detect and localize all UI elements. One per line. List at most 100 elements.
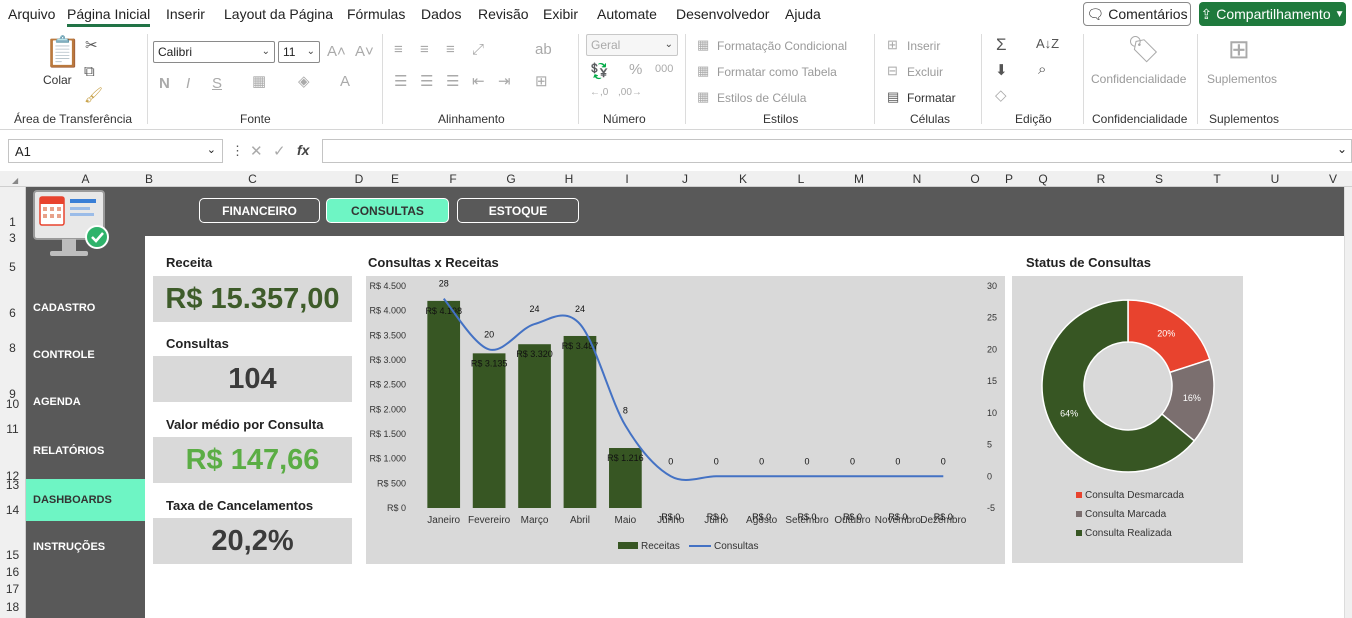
font-size-select[interactable]: 11 ⌄ <box>278 41 320 63</box>
row-header[interactable]: 1 <box>0 215 25 229</box>
decrease-decimal-icon[interactable]: ,00→ <box>618 88 642 98</box>
delete-cells-button[interactable]: Excluir <box>907 65 943 79</box>
sidebar-item-relatorios[interactable]: RELATÓRIOS <box>26 430 145 472</box>
row-header[interactable]: 13 <box>0 478 25 492</box>
clear-icon[interactable]: ◇ <box>995 88 1007 103</box>
paste-button[interactable]: Colar <box>43 73 72 87</box>
menu-ajuda[interactable]: Ajuda <box>785 6 821 22</box>
autosum-icon[interactable]: Σ <box>996 36 1007 53</box>
insert-function-icon[interactable]: fx <box>297 142 309 158</box>
row-header[interactable]: 3 <box>0 231 25 245</box>
fill-icon[interactable]: ⬇ <box>995 63 1008 78</box>
col-header[interactable]: C <box>153 172 352 186</box>
col-header[interactable]: D <box>352 172 366 186</box>
col-header[interactable]: U <box>1246 172 1304 186</box>
align-bottom-icon[interactable]: ≡ <box>446 42 455 57</box>
col-header[interactable]: I <box>598 172 656 186</box>
formula-input[interactable]: ⌄ <box>322 139 1352 163</box>
align-top-icon[interactable]: ≡ <box>394 42 403 57</box>
comma-style-icon[interactable]: 000 <box>655 64 673 75</box>
increase-decimal-icon[interactable]: ←,0 <box>590 88 608 98</box>
sidebar-item-agenda[interactable]: AGENDA <box>26 381 145 423</box>
conditional-format-button[interactable]: Formatação Condicional <box>717 39 847 53</box>
col-header[interactable]: Q <box>1014 172 1072 186</box>
underline-icon[interactable]: S <box>212 76 222 91</box>
col-header[interactable]: O <box>946 172 1004 186</box>
sidebar-item-instrucoes[interactable]: INSTRUÇÕES <box>26 526 145 568</box>
indent-increase-icon[interactable]: ⇥ <box>498 74 511 89</box>
format-cells-button[interactable]: Formatar <box>907 91 956 105</box>
row-header[interactable]: 18 <box>0 600 25 614</box>
col-header[interactable]: L <box>772 172 830 186</box>
nav-consultas-button[interactable]: CONSULTAS <box>326 198 449 223</box>
font-grow-icon[interactable]: A˄ <box>327 44 346 59</box>
find-icon[interactable]: ⌕ <box>1038 62 1046 77</box>
expand-icon[interactable]: ⌄ <box>1337 142 1347 156</box>
row-header[interactable]: 11 <box>0 422 25 436</box>
menu-exibir[interactable]: Exibir <box>543 6 578 22</box>
sensitivity-button[interactable]: Confidencialidade <box>1091 72 1186 86</box>
nav-financeiro-button[interactable]: FINANCEIRO <box>199 198 320 223</box>
sidebar-item-cadastro[interactable]: CADASTRO <box>26 287 145 329</box>
borders-icon[interactable]: ▦ <box>252 74 266 89</box>
menu-formulas[interactable]: Fórmulas <box>347 6 405 22</box>
align-center-icon[interactable]: ☰ <box>420 74 433 89</box>
indent-decrease-icon[interactable]: ⇤ <box>472 74 485 89</box>
fill-color-icon[interactable]: ◈ <box>298 74 310 89</box>
cancel-icon[interactable]: ✕ <box>250 142 263 160</box>
bold-icon[interactable]: N <box>159 76 170 91</box>
orientation-icon[interactable]: ⤢ <box>472 42 484 57</box>
name-box[interactable]: A1 ⌄ <box>8 139 223 163</box>
number-format-select[interactable]: Geral ⌄ <box>586 34 678 56</box>
percent-icon[interactable]: % <box>629 62 642 77</box>
comments-button[interactable]: 🗨 Comentários <box>1083 2 1191 26</box>
font-color-icon[interactable]: A <box>340 74 350 89</box>
format-painter-icon[interactable]: 🖌 <box>84 88 103 103</box>
sidebar-item-dashboards[interactable]: DASHBOARDS <box>26 479 145 521</box>
col-header[interactable]: A <box>26 172 145 186</box>
row-header[interactable]: 15 <box>0 548 25 562</box>
paste-icon[interactable]: 📋 <box>44 38 81 68</box>
col-header[interactable]: P <box>1004 172 1014 186</box>
bar-receitas[interactable] <box>427 300 461 508</box>
merge-icon[interactable]: ⊞ <box>535 74 548 89</box>
nav-estoque-button[interactable]: ESTOQUE <box>457 198 579 223</box>
copy-icon[interactable]: ⧉ <box>84 64 95 79</box>
sort-filter-icon[interactable]: A↓Z <box>1036 37 1059 50</box>
menu-revisao[interactable]: Revisão <box>478 6 529 22</box>
cell-styles-button[interactable]: Estilos de Célula <box>717 91 806 105</box>
menu-layout[interactable]: Layout da Página <box>224 6 333 22</box>
donut-chart[interactable]: 20% 16% 64% Consulta Desmarcada Consulta Mar… <box>1012 276 1243 563</box>
share-button[interactable]: ⇪ Compartilhamento ▼ <box>1199 2 1346 26</box>
col-header[interactable]: M <box>830 172 888 186</box>
row-header[interactable]: 5 <box>0 260 25 274</box>
accounting-icon[interactable]: 💱 <box>590 64 609 79</box>
format-table-button[interactable]: Formatar como Tabela <box>717 65 837 79</box>
bar-receitas[interactable] <box>563 335 597 508</box>
align-left-icon[interactable]: ☰ <box>394 74 407 89</box>
col-header[interactable]: T <box>1188 172 1246 186</box>
menu-inserir[interactable]: Inserir <box>166 6 205 22</box>
align-middle-icon[interactable]: ≡ <box>420 42 429 57</box>
col-header[interactable]: B <box>145 172 153 186</box>
col-header[interactable]: E <box>366 172 424 186</box>
italic-icon[interactable]: I <box>186 76 190 91</box>
combo-chart[interactable]: R$ 0 R$ 500 R$ 1.000 R$ 1.500 R$ 2.000 R$ 2.5… <box>366 276 1005 564</box>
font-shrink-icon[interactable]: A˅ <box>355 44 374 59</box>
col-header[interactable]: G <box>482 172 540 186</box>
insert-cells-button[interactable]: Inserir <box>907 39 940 53</box>
col-header[interactable]: N <box>888 172 946 186</box>
row-header[interactable]: 14 <box>0 503 25 517</box>
bar-receitas[interactable] <box>472 353 506 508</box>
col-header[interactable]: V <box>1304 172 1352 186</box>
menu-arquivo[interactable]: Arquivo <box>8 6 55 22</box>
enter-icon[interactable]: ✓ <box>273 142 286 160</box>
col-header[interactable]: H <box>540 172 598 186</box>
col-header[interactable]: K <box>714 172 772 186</box>
col-header[interactable]: S <box>1130 172 1188 186</box>
scissors-icon[interactable]: ✂ <box>85 38 98 53</box>
menu-desenvolvedor[interactable]: Desenvolvedor <box>676 6 769 22</box>
bar-receitas[interactable] <box>518 344 551 508</box>
wrap-text-icon[interactable]: ab <box>535 42 552 57</box>
col-header[interactable]: F <box>424 172 482 186</box>
